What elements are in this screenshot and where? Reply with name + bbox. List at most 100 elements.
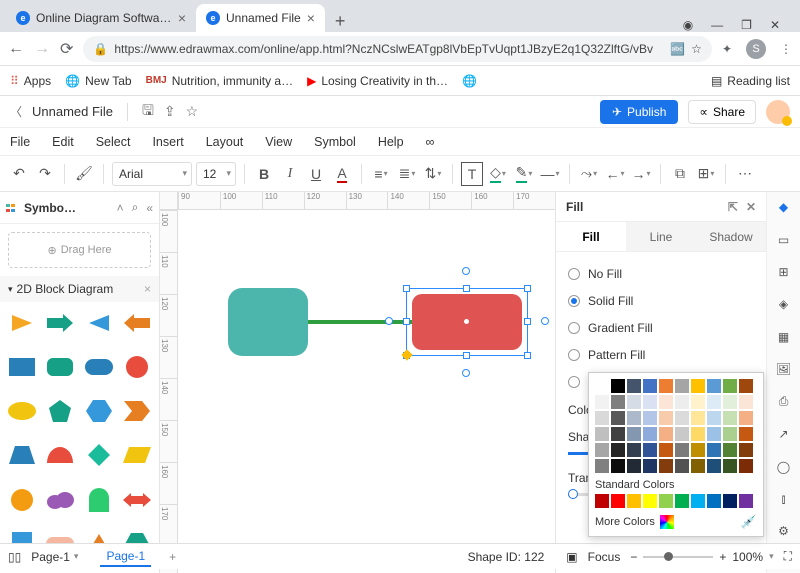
grid-tool-icon[interactable]: ⊞ xyxy=(774,263,794,281)
tab-fill[interactable]: Fill xyxy=(556,222,626,251)
line-color-icon[interactable]: ✎▾ xyxy=(513,162,535,186)
color-cell[interactable] xyxy=(739,395,753,409)
layers-icon[interactable]: ◈ xyxy=(774,295,794,313)
link-icon[interactable]: ∞ xyxy=(426,135,435,149)
resize-handle[interactable] xyxy=(403,285,410,292)
radio-pattern-fill[interactable]: Pattern Fill xyxy=(568,348,754,362)
color-cell[interactable] xyxy=(643,443,657,457)
color-cell[interactable] xyxy=(691,379,705,393)
color-cell[interactable] xyxy=(739,494,753,508)
library-icon[interactable] xyxy=(6,202,20,214)
drawing-canvas[interactable] xyxy=(178,210,555,573)
page-view-icon[interactable]: ▯▯ xyxy=(8,550,21,564)
menu-edit[interactable]: Edit xyxy=(52,135,74,149)
export-tool-icon[interactable]: ⎙ xyxy=(774,393,794,411)
color-cell[interactable] xyxy=(595,379,609,393)
maximize-icon[interactable]: ❐ xyxy=(741,18,752,32)
color-cell[interactable] xyxy=(643,379,657,393)
bookmark-item[interactable]: ▶ Losing Creativity in th… xyxy=(307,74,448,88)
connector-style-icon[interactable]: ⤳▾ xyxy=(578,162,600,186)
menu-layout[interactable]: Layout xyxy=(206,135,244,149)
settings-tool-icon[interactable]: ⚙ xyxy=(774,522,794,540)
slider-thumb[interactable] xyxy=(568,489,578,499)
shape-stadium[interactable] xyxy=(83,352,115,382)
color-cell[interactable] xyxy=(707,411,721,425)
color-cell[interactable] xyxy=(611,379,625,393)
color-cell[interactable] xyxy=(659,459,673,473)
menu-file[interactable]: File xyxy=(10,135,30,149)
resize-handle[interactable] xyxy=(524,285,531,292)
shape-rectangle[interactable] xyxy=(6,352,38,382)
color-cell[interactable] xyxy=(611,443,625,457)
shape-circle[interactable] xyxy=(121,352,153,382)
connection-point[interactable] xyxy=(462,369,470,377)
publish-button[interactable]: ✈ Publish xyxy=(600,100,678,124)
share-button[interactable]: ∝ Share xyxy=(688,100,756,124)
align-horizontal-icon[interactable]: ≣▾ xyxy=(396,162,418,186)
color-cell[interactable] xyxy=(611,494,625,508)
color-cell[interactable] xyxy=(707,459,721,473)
color-cell[interactable] xyxy=(723,395,737,409)
color-cell[interactable] xyxy=(707,427,721,441)
more-tools-icon[interactable]: ⋯ xyxy=(734,162,756,186)
color-cell[interactable] xyxy=(707,379,721,393)
shape-ellipse[interactable] xyxy=(6,396,38,426)
selection-bounds[interactable] xyxy=(406,288,528,356)
shape-hexagon[interactable] xyxy=(83,396,115,426)
library-section-header[interactable]: ▾ 2D Block Diagram × xyxy=(0,276,159,302)
close-panel-icon[interactable]: ✕ xyxy=(746,200,756,214)
close-section-icon[interactable]: × xyxy=(144,282,151,296)
color-cell[interactable] xyxy=(643,411,657,425)
menu-select[interactable]: Select xyxy=(96,135,131,149)
color-cell[interactable] xyxy=(691,443,705,457)
connection-point[interactable] xyxy=(462,267,470,275)
shape-cloud[interactable] xyxy=(44,485,76,515)
pin-icon[interactable]: ⇱ xyxy=(728,200,738,214)
shape-triangle-right[interactable] xyxy=(6,308,38,338)
fullscreen-icon[interactable]: ⛶ xyxy=(784,549,792,564)
color-cell[interactable] xyxy=(627,494,641,508)
color-cell[interactable] xyxy=(659,395,673,409)
underline-icon[interactable]: U xyxy=(305,162,327,186)
tab-shadow[interactable]: Shadow xyxy=(696,222,766,251)
teal-rounded-shape[interactable] xyxy=(228,288,308,356)
record-icon[interactable]: ◉ xyxy=(683,18,693,32)
browser-tab-active[interactable]: e Unnamed File × xyxy=(196,4,325,32)
color-cell[interactable] xyxy=(643,459,657,473)
zoom-in-button[interactable]: + xyxy=(719,550,726,564)
close-icon[interactable]: × xyxy=(178,10,186,26)
shape-half-circle[interactable] xyxy=(44,440,76,470)
back-icon[interactable]: ← xyxy=(8,40,24,58)
color-cell[interactable] xyxy=(675,395,689,409)
bookmark-item[interactable]: 🌐 xyxy=(462,74,477,88)
connector-tool-icon[interactable]: ↗ xyxy=(774,425,794,443)
star-icon[interactable]: ☆ xyxy=(186,103,199,120)
align-objects-icon[interactable]: ⊞▾ xyxy=(695,162,717,186)
line-style-icon[interactable]: —▾ xyxy=(539,162,561,186)
color-picker-popover[interactable]: Standard Colors More Colors 💉 xyxy=(588,372,764,537)
eyedropper-icon[interactable]: 💉 xyxy=(741,514,757,530)
color-cell[interactable] xyxy=(675,494,689,508)
color-cell[interactable] xyxy=(675,427,689,441)
arrow-end-icon[interactable]: →▾ xyxy=(630,162,652,186)
more-colors-row[interactable]: More Colors 💉 xyxy=(595,514,757,530)
shape-arrow-left[interactable] xyxy=(121,308,153,338)
file-name[interactable]: Unnamed File xyxy=(32,104,113,119)
back-arrow-icon[interactable]: 〈 xyxy=(10,103,22,120)
color-cell[interactable] xyxy=(627,459,641,473)
shape-rounded-rect[interactable] xyxy=(44,352,76,382)
page-dropdown[interactable]: Page-1▾ xyxy=(31,550,78,564)
color-cell[interactable] xyxy=(739,379,753,393)
resize-handle[interactable] xyxy=(524,352,531,359)
color-cell[interactable] xyxy=(739,443,753,457)
color-cell[interactable] xyxy=(595,494,609,508)
chevron-up-icon[interactable]: ˄ xyxy=(117,201,124,215)
color-cell[interactable] xyxy=(723,494,737,508)
color-cell[interactable] xyxy=(707,395,721,409)
resize-handle[interactable] xyxy=(463,352,470,359)
bookmark-item[interactable]: 🌐 New Tab xyxy=(65,74,131,88)
color-cell[interactable] xyxy=(691,459,705,473)
page-tab-active[interactable]: Page-1 xyxy=(100,547,151,567)
slider-thumb[interactable] xyxy=(664,552,673,561)
color-cell[interactable] xyxy=(643,395,657,409)
